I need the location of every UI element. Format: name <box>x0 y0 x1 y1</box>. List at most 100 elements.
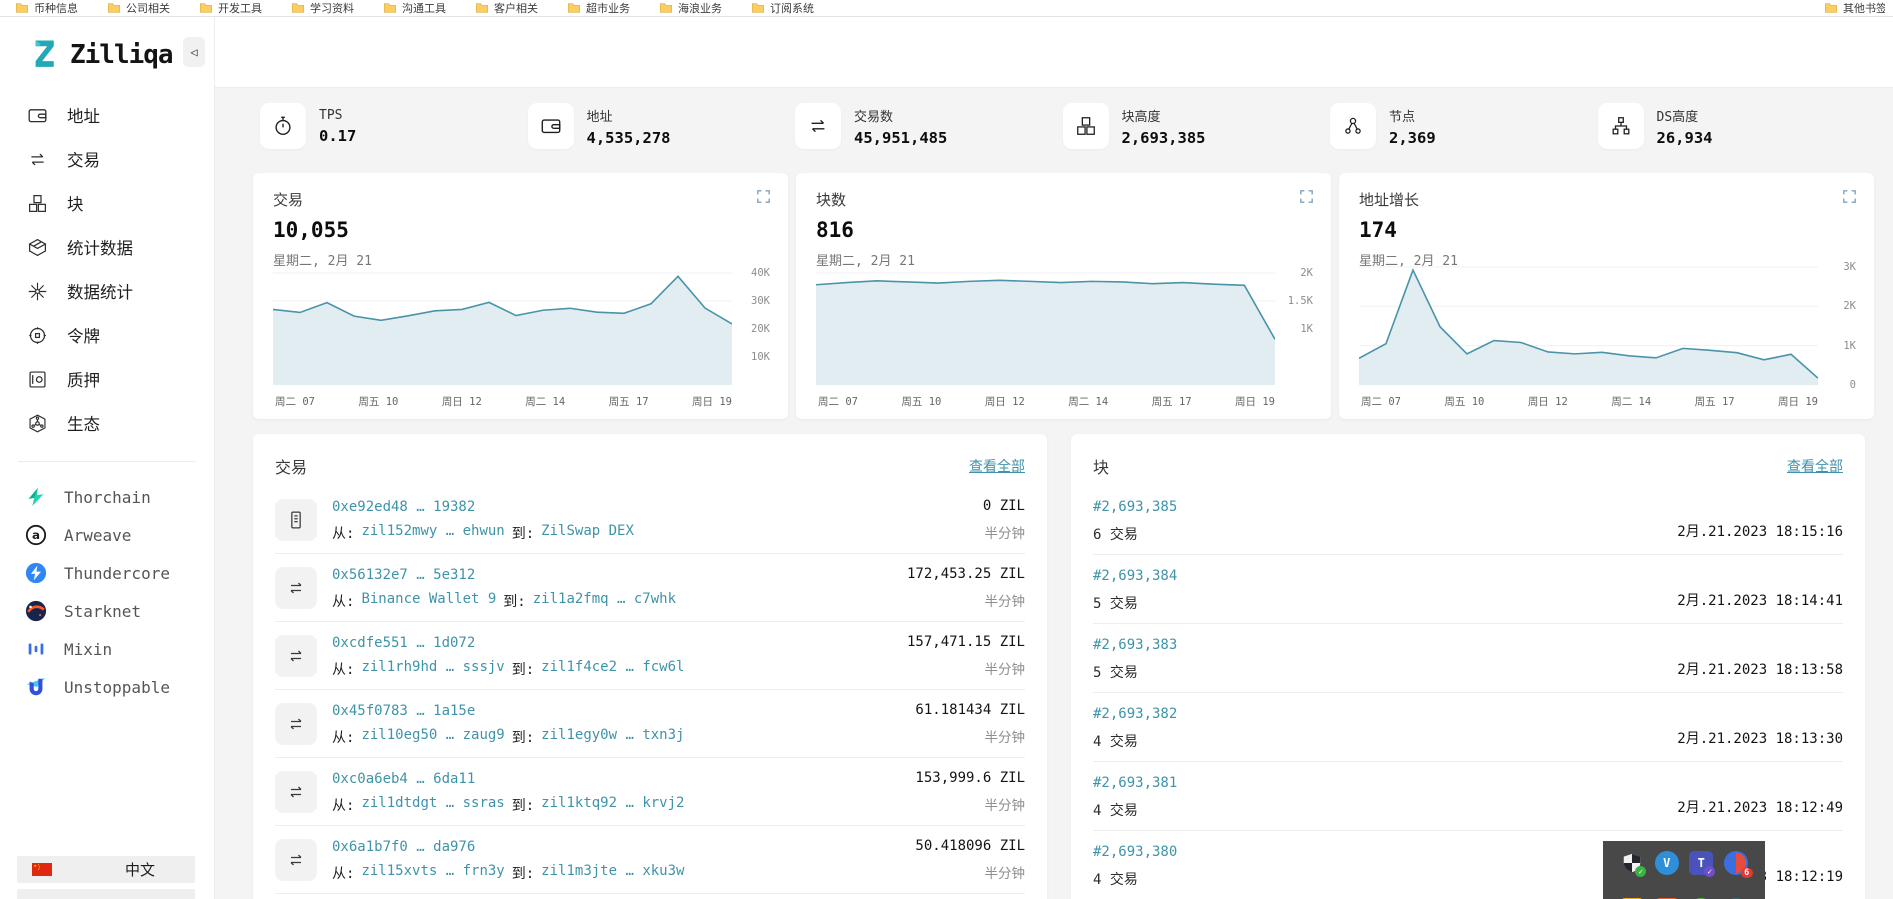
starburst-icon <box>28 282 47 300</box>
from-address-link[interactable]: Binance Wallet 9 <box>361 591 496 611</box>
transaction-row: 0xe92ed48 … 19382 从: zil152mwy … ehwun 到… <box>275 486 1025 553</box>
cubes-icon <box>29 194 46 212</box>
sidebar-item-thorchain[interactable]: Thorchain <box>0 478 214 516</box>
from-address-link[interactable]: zil152mwy … ehwun <box>361 523 504 543</box>
transactions-chart-card: 交易 10,055 星期二, 2月 21 40K 30K 20K 10K 周二 07 周… <box>253 173 788 419</box>
block-number-link[interactable]: #2,693,380 <box>1093 844 1177 860</box>
sidebar-item-mixin[interactable]: Mixin <box>0 630 214 668</box>
bookmark-folder[interactable]: 海浪业务 <box>660 0 722 16</box>
to-address-link[interactable]: zil1ktq92 … krvj2 <box>541 795 684 815</box>
from-address-link[interactable]: zil10eg50 … zaug9 <box>361 727 504 747</box>
vault-icon <box>29 370 46 388</box>
expand-icon[interactable] <box>1298 188 1315 205</box>
sidebar-item-tokens[interactable]: 令牌 <box>0 313 214 357</box>
transaction-type-tile <box>275 770 317 813</box>
stat-block-height: 块高度 2,693,385 <box>1062 103 1331 149</box>
wallet-icon <box>541 119 560 134</box>
language-selector[interactable]: 中文 <box>17 856 195 883</box>
transaction-amount: 153,999.6 ZIL <box>915 769 1025 786</box>
bookmark-folder[interactable]: 订阅系统 <box>752 0 814 16</box>
from-label: 从: <box>332 662 355 678</box>
bookmark-folder[interactable]: 开发工具 <box>200 0 262 16</box>
sidebar-item-arweave[interactable]: a Arweave <box>0 516 214 554</box>
sidebar-item-unstoppable[interactable]: Unstoppable <box>0 668 214 706</box>
transaction-amount: 0 ZIL <box>982 497 1025 514</box>
defender-shield-icon[interactable]: ✓ <box>1620 851 1647 877</box>
archive-box-icon <box>28 238 47 256</box>
bookmark-folder[interactable]: 客户相关 <box>476 0 538 16</box>
bookmark-folder[interactable]: 超市业务 <box>568 0 630 16</box>
transactions-panel: 交易 查看全部 0xe92ed48 … 19382 从: zil152mwy …… <box>253 434 1047 899</box>
teams-icon[interactable]: T ✓ <box>1689 851 1716 877</box>
stat-addresses: 地址 4,535,278 <box>527 103 796 149</box>
folder-icon <box>292 3 304 13</box>
to-label: 到: <box>503 594 526 610</box>
folder-icon <box>660 3 672 13</box>
sidebar-item-data-stats[interactable]: 数据统计 <box>0 269 214 313</box>
to-address-link[interactable]: zil1egy0w … txn3j <box>541 727 684 747</box>
transaction-hash-link[interactable]: 0x45f0783 … 1a15e <box>332 703 475 719</box>
block-row: #2,693,384 5 交易 2月.21.2023 18:14:41 <box>1093 554 1843 623</box>
transaction-age: 半分钟 <box>984 729 1026 746</box>
other-bookmarks-folder[interactable]: 其他书签 <box>1825 0 1885 16</box>
bottom-panel-partial[interactable] <box>17 889 195 899</box>
sidebar-item-ecosystem[interactable]: 生态 <box>0 401 214 445</box>
transaction-hash-link[interactable]: 0xe92ed48 … 19382 <box>332 499 475 515</box>
folder-icon <box>1825 3 1837 13</box>
block-number-link[interactable]: #2,693,385 <box>1093 499 1177 515</box>
block-timestamp: 2月.21.2023 18:15:16 <box>1677 524 1843 540</box>
block-number-link[interactable]: #2,693,382 <box>1093 706 1177 722</box>
expand-icon[interactable] <box>1841 188 1858 205</box>
block-timestamp: 2月.21.2023 18:14:41 <box>1677 593 1843 609</box>
from-address-link[interactable]: zil1dtdgt … ssras <box>361 795 504 815</box>
sidebar-item-blocks[interactable]: 块 <box>0 181 214 225</box>
from-address-link[interactable]: zil15xvts … frn3y <box>361 863 504 883</box>
block-tx-count: 6 交易 <box>1093 527 1138 543</box>
folder-icon <box>108 3 120 13</box>
stat-tps: TPS 0.17 <box>260 103 528 149</box>
to-label: 到: <box>511 798 535 814</box>
transaction-hash-link[interactable]: 0xcdfe551 … 1d072 <box>332 635 475 651</box>
transaction-hash-link[interactable]: 0x56132e7 … 5e312 <box>332 567 475 583</box>
bookmark-folder[interactable]: 币种信息 <box>16 0 78 16</box>
block-number-link[interactable]: #2,693,383 <box>1093 637 1177 653</box>
stopwatch-icon <box>275 116 291 135</box>
to-address-link[interactable]: ZilSwap DEX <box>541 523 634 543</box>
view-all-blocks-link[interactable]: 查看全部 <box>1787 456 1843 476</box>
to-address-link[interactable]: zil1f4ce2 … fcw6l <box>541 659 684 679</box>
sidebar-item-transactions[interactable]: 交易 <box>0 137 214 181</box>
brand-name: Zilliqa <box>70 39 174 70</box>
from-address-link[interactable]: zil1rh9hd … sssjv <box>361 659 504 679</box>
v-app-icon[interactable]: V <box>1654 851 1679 875</box>
block-timestamp: 2月.21.2023 18:12:49 <box>1677 800 1843 816</box>
sidebar-item-staking[interactable]: 质押 <box>0 357 214 401</box>
folder-icon <box>752 3 764 13</box>
sidebar-item-statistics[interactable]: 统计数据 <box>0 225 214 269</box>
mail-badge-icon[interactable]: 6 <box>1723 851 1753 878</box>
svg-text:a: a <box>32 528 40 542</box>
sidebar-item-thundercore[interactable]: Thundercore <box>0 554 214 592</box>
bookmark-folder[interactable]: 沟通工具 <box>384 0 446 16</box>
transaction-amount: 50.418096 ZIL <box>915 837 1025 854</box>
transaction-hash-link[interactable]: 0xc0a6eb4 … 6da11 <box>332 771 475 787</box>
sidebar-collapse-button[interactable]: ◁ <box>183 37 205 67</box>
to-address-link[interactable]: zil1m3jte … xku3w <box>541 863 684 883</box>
transaction-type-tile <box>275 498 317 541</box>
sidebar-item-starknet[interactable]: Starknet <box>0 592 214 630</box>
block-number-link[interactable]: #2,693,381 <box>1093 775 1177 791</box>
chain-links: Thorchain a Arweave Thundercore Starknet… <box>0 478 214 706</box>
zilliqa-logo[interactable]: Zilliqa <box>0 17 214 71</box>
to-address-link[interactable]: zil1a2fmq … c7whk <box>533 591 676 611</box>
swap-icon <box>290 718 302 729</box>
bookmark-folder[interactable]: 学习资料 <box>292 0 354 16</box>
block-number-link[interactable]: #2,693,384 <box>1093 568 1177 584</box>
expand-icon[interactable] <box>755 188 772 205</box>
block-tx-count: 4 交易 <box>1093 734 1138 750</box>
transaction-hash-link[interactable]: 0x6a1b7f0 … da976 <box>332 839 475 855</box>
bookmark-folder[interactable]: 公司相关 <box>108 0 170 16</box>
transaction-type-tile <box>275 566 317 609</box>
y-axis-labels: 2K 1.5K 1K <box>1287 267 1313 335</box>
swap-arrows-icon <box>31 153 44 165</box>
view-all-transactions-link[interactable]: 查看全部 <box>969 456 1025 476</box>
sidebar-item-addresses[interactable]: 地址 <box>0 93 214 137</box>
